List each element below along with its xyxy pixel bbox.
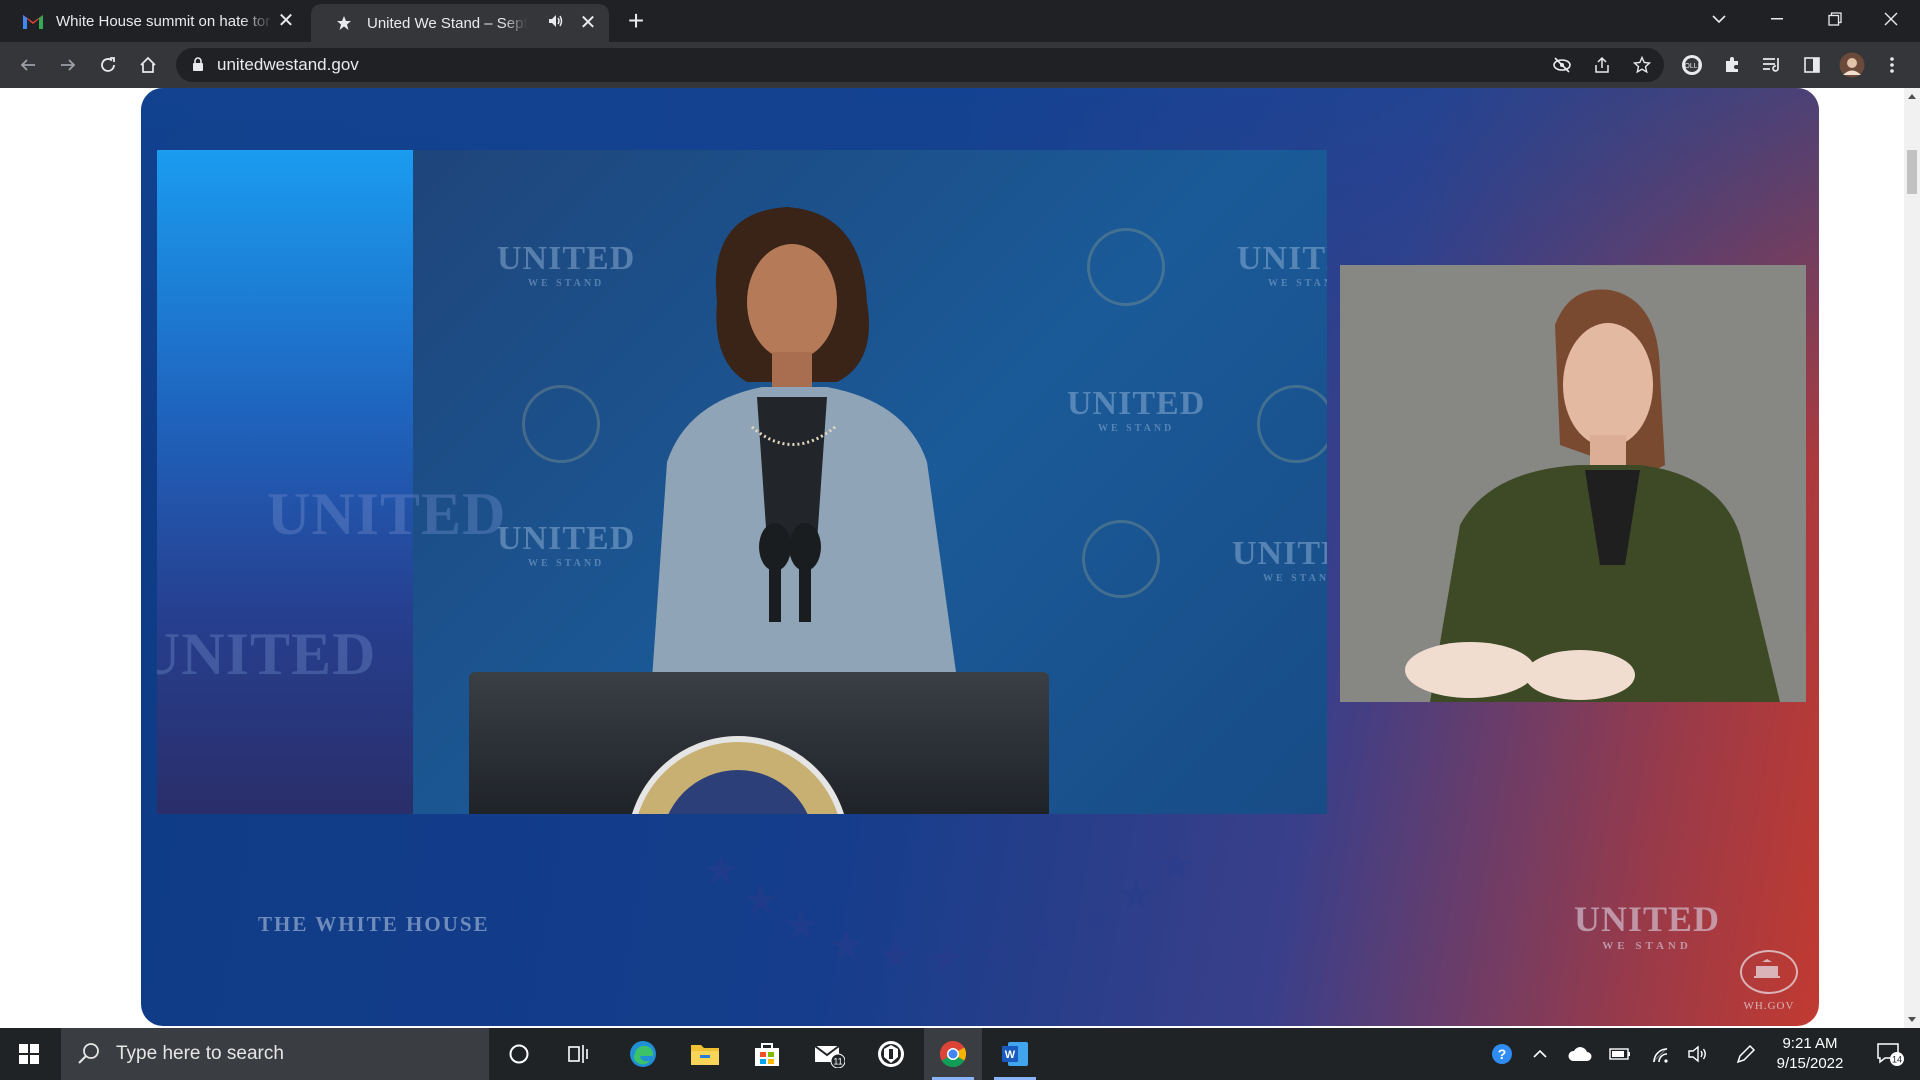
web-page: UNITEDWE STAND UNITEDWE STAND UNITEDWE S… <box>0 88 1904 1028</box>
svg-text:?: ? <box>1498 1046 1507 1062</box>
restore-icon[interactable] <box>1806 0 1864 38</box>
search-placeholder: Type here to search <box>116 1043 284 1064</box>
tab-search-icon[interactable] <box>1690 0 1748 38</box>
reload-icon[interactable] <box>94 51 122 79</box>
forward-icon[interactable] <box>54 51 82 79</box>
watermark-text: UNITED <box>1232 535 1327 572</box>
clock-date: 9/15/2022 <box>1776 1055 1844 1072</box>
watermark-text: UNITED <box>157 621 377 687</box>
app-shield-icon[interactable] <box>862 1028 920 1080</box>
led-wall-watermark: UNITED <box>157 620 376 689</box>
watermark-text: UNITED <box>267 481 507 547</box>
seal-center <box>661 770 815 814</box>
system-clock[interactable]: 9:21 AM 9/15/2022 <box>1760 1034 1860 1074</box>
address-url: unitedwestand.gov <box>217 55 359 74</box>
svg-text:OLLI: OLLI <box>1684 63 1699 70</box>
back-icon[interactable] <box>14 51 42 79</box>
asl-interpreter-video <box>1340 265 1806 702</box>
white-house-label: THE WHITE HOUSE <box>258 912 490 936</box>
speaker-figure <box>647 207 967 752</box>
led-wall-watermark: UNITED <box>267 480 506 549</box>
wh-gov-logo: WH.GOV <box>1740 950 1798 1012</box>
notification-count: 14 <box>1892 1055 1902 1065</box>
backdrop-watermark: UNITEDWE STAND <box>1232 535 1327 584</box>
watermark-subtext: WE STAND <box>1262 573 1327 584</box>
main-speaker-video: UNITEDWE STAND UNITEDWE STAND UNITEDWE S… <box>157 150 1327 814</box>
taskbar-search-box[interactable]: Type here to search <box>61 1028 489 1080</box>
word-icon[interactable]: W <box>986 1028 1044 1080</box>
white-house-building-icon <box>1740 950 1798 994</box>
cortana-icon[interactable] <box>490 1028 548 1080</box>
video-player[interactable]: UNITEDWE STAND UNITEDWE STAND UNITEDWE S… <box>141 88 1819 1026</box>
svg-text:W: W <box>1005 1049 1016 1061</box>
task-view-icon[interactable] <box>550 1028 608 1080</box>
lock-icon[interactable] <box>192 57 204 77</box>
mail-icon[interactable]: 11 <box>800 1028 858 1080</box>
chrome-taskbar-icon[interactable] <box>924 1028 982 1080</box>
notification-center-icon[interactable]: 14 <box>1862 1028 1918 1080</box>
edge-icon[interactable] <box>614 1028 672 1080</box>
chrome-menu-icon[interactable] <box>1878 51 1906 79</box>
close-window-icon[interactable] <box>1862 0 1920 38</box>
mail-badge: 11 <box>833 1057 842 1067</box>
watermark-text: UNITED <box>1237 240 1327 277</box>
home-icon[interactable] <box>134 51 162 79</box>
backdrop-seal <box>1082 520 1160 598</box>
wh-gov-label: WH.GOV <box>1743 1000 1795 1012</box>
backdrop-seal <box>1087 228 1165 306</box>
interpreter-figure <box>1340 265 1806 702</box>
united-we-stand-logo: UNITED WE STAND <box>1574 898 1720 952</box>
scroll-down-icon[interactable] <box>1908 1017 1916 1022</box>
logo-subtitle: WE STAND <box>1602 940 1692 952</box>
profile-avatar[interactable] <box>1838 51 1866 79</box>
side-panel-icon[interactable] <box>1798 51 1826 79</box>
bookmark-star-icon[interactable] <box>1630 53 1654 77</box>
watermark-subtext: WE STAND <box>1267 278 1327 289</box>
extensions-puzzle-icon[interactable] <box>1718 51 1746 79</box>
scrollbar-thumb[interactable] <box>1907 150 1917 194</box>
logo-title: UNITED <box>1574 899 1721 939</box>
minimize-icon[interactable] <box>1748 0 1806 38</box>
windows-start-icon[interactable] <box>0 1028 58 1080</box>
tab-strip: White House summit on hate tor ✕ United … <box>0 0 1920 42</box>
search-icon <box>77 1041 101 1070</box>
close-tab-icon[interactable]: ✕ <box>577 12 599 34</box>
watermark-text: UNITED <box>1067 385 1206 422</box>
audio-playing-icon[interactable] <box>547 12 569 34</box>
backdrop-watermark: UNITEDWE STAND <box>1067 385 1205 434</box>
new-tab-button[interactable]: + <box>622 7 650 35</box>
tab-united-we-stand[interactable]: United We Stand – September ✕ <box>311 4 609 42</box>
stars-arc <box>705 849 1192 973</box>
backdrop-seal <box>1257 385 1327 463</box>
tab-white-house-summit[interactable]: White House summit on hate tor ✕ <box>0 0 307 42</box>
tracking-blocked-icon[interactable] <box>1550 53 1574 77</box>
watermark-subtext: WE STAND <box>1097 423 1175 434</box>
star-icon <box>333 12 355 34</box>
gmail-icon <box>22 10 44 32</box>
extension-olli-icon[interactable]: OLLI <box>1678 51 1706 79</box>
share-icon[interactable] <box>1590 53 1614 77</box>
clock-time: 9:21 AM <box>1782 1035 1838 1052</box>
close-tab-icon[interactable]: ✕ <box>275 10 297 32</box>
scroll-up-icon[interactable] <box>1908 94 1916 99</box>
page-scrollbar[interactable] <box>1904 88 1920 1028</box>
media-control-icon[interactable] <box>1758 51 1786 79</box>
tab-title: United We Stand – September <box>367 14 527 32</box>
address-bar[interactable]: unitedwestand.gov <box>176 48 1664 82</box>
browser-toolbar: unitedwestand.gov OLLI <box>0 42 1920 88</box>
windows-taskbar: Type here to search 11 W ? 9:21 AM 9/15/… <box>0 1028 1920 1080</box>
file-explorer-icon[interactable] <box>676 1028 734 1080</box>
backdrop-watermark: UNITEDWE STAND <box>1237 240 1327 289</box>
microsoft-store-icon[interactable] <box>738 1028 796 1080</box>
tab-title: White House summit on hate tor <box>56 12 271 30</box>
